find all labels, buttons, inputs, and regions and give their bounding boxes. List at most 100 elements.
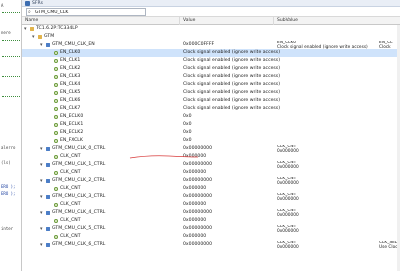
row-value[interactable]: Clock signal enabled (ignore write acces… [183,81,398,89]
filter-icon: ⌕ [28,9,31,15]
tree-row[interactable]: ▾ GTM [22,33,400,41]
tree-row[interactable]: EN_FXCLK 0x0 [22,137,400,145]
row-value[interactable]: 0x00000000 [183,241,273,249]
tree-row[interactable]: EN_ECLK0 0x0 [22,113,400,121]
bitfield-icon [54,83,58,87]
bitfield-icon [54,51,58,55]
tree-row[interactable]: EN_CLK7 Clock signal enabled (ignore writ… [22,105,400,113]
row-value[interactable]: 0x0 [183,137,398,145]
row-value[interactable]: Clock signal enabled (ignore write acces… [183,97,398,105]
tree-row[interactable]: ▾ GTM_CMU_CLK_6_CTRL 0x00000000 CLK_CNT 0x00… [22,241,400,249]
tree-row[interactable]: EN_CLK4 Clock signal enabled (ignore writ… [22,81,400,89]
row-name: GTM_CMU_CLK_3_CTRL [52,194,106,199]
row-value[interactable]: 0x000000 [183,153,398,161]
register-icon [46,163,50,167]
tree-row[interactable]: ▾ GTM_CMU_CLK_2_CTRL 0x00000000 CLK_CNT 0x00… [22,177,400,185]
expand-chevron-icon[interactable]: ▾ [40,145,43,153]
expand-chevron-icon[interactable]: ▾ [40,41,43,49]
code-fragment: nere [1,30,11,35]
tree-row[interactable]: CLK_CNT 0x000000 [22,217,400,225]
subvalue-field-value: Use Clock Source 6 Divider [379,244,399,249]
tree-row[interactable]: ▾ GTM_CMU_CLK_EN 0x000C0FFFF EN_CLK0 Clock s… [22,41,400,49]
row-value[interactable]: 0x0 [183,113,398,121]
row-value[interactable]: Clock signal enabled (ignore write acces… [183,105,398,113]
tree-row[interactable]: ▾ GTM_CMU_CLK_3_CTRL 0x00000000 CLK_CNT 0x00… [22,193,400,201]
tree-row[interactable]: ▾ GTM_CMU_CLK_5_CTRL 0x00000000 CLK_CNT 0x00… [22,225,400,233]
panel-titlebar: SFRs [22,0,400,7]
tree-row[interactable]: CLK_CNT 0x000000 [22,201,400,209]
row-value[interactable] [183,25,398,33]
tree-row[interactable]: CLK_CNT 0x000000 [22,153,400,161]
tree-row[interactable]: EN_CLK1 Clock signal enabled (ignore writ… [22,57,400,65]
expand-chevron-icon[interactable]: ▾ [32,33,35,41]
row-name: EN_ECLK0 [60,114,84,119]
expand-chevron-icon[interactable]: ▾ [40,241,43,249]
row-value[interactable]: Clock signal enabled (ignore write acces… [183,73,398,81]
row-subvalue: CLK_CNT 0x000000 [277,145,377,153]
expand-chevron-icon[interactable]: ▾ [40,209,43,217]
tree-row[interactable]: CLK_CNT 0x000000 [22,169,400,177]
row-value[interactable]: Clock signal enabled (ignore write acces… [183,57,398,65]
tree-row[interactable]: ▾ GTM_CMU_CLK_0_CTRL 0x00000000 CLK_CNT 0x00… [22,145,400,153]
register-icon [46,179,50,183]
tree-row[interactable]: ▾ TC1.6.2P:TC334LP [22,25,400,33]
panel-title: SFRs [32,1,43,6]
expand-chevron-icon[interactable]: ▾ [40,161,43,169]
row-value[interactable]: Clock signal enabled (ignore write acces… [183,65,398,73]
row-value[interactable]: 0x000000 [183,233,398,241]
row-value[interactable]: 0x00000000 [183,209,273,217]
tree-row[interactable]: EN_ECLK2 0x0 [22,129,400,137]
row-name: TC1.6.2P:TC334LP [36,26,78,31]
column-name[interactable]: Name [22,17,180,25]
tree-row[interactable]: EN_CLK2 Clock signal enabled (ignore writ… [22,65,400,73]
row-name: CLK_CNT [60,234,81,239]
sfr-view-icon [25,1,30,6]
row-value[interactable]: 0x00000000 [183,225,273,233]
row-value[interactable]: 0x00000000 [183,145,273,153]
row-value[interactable]: Clock signal enabled (ignore write acces… [183,49,398,57]
breakpoint-dots [2,40,20,41]
tree-row[interactable]: CLK_CNT 0x000000 [22,233,400,241]
row-subvalue: CLK_CNT 0x000000 [277,177,377,185]
breakpoint-dots [2,56,20,57]
row-value[interactable]: Clock signal enabled (ignore write acces… [183,89,398,97]
tree-row[interactable]: ▾ GTM_CMU_CLK_4_CTRL 0x00000000 CLK_CNT 0x00… [22,209,400,217]
tree-row[interactable]: EN_CLK6 Clock signal enabled (ignore writ… [22,97,400,105]
row-name: GTM_CMU_CLK_0_CTRL [52,146,106,151]
expand-chevron-icon[interactable]: ▾ [24,25,27,33]
row-value[interactable]: 0x000000 [183,217,398,225]
row-value[interactable]: 0x00000000 [183,177,273,185]
row-subvalue-2: CLK_SELUse Clock Source 6 Divider [379,241,399,249]
tree-row[interactable]: EN_CLK0 Clock signal enabled (ignore writ… [22,49,400,57]
row-value[interactable]: 0x00000000 [183,161,273,169]
row-value[interactable]: 0x000000 [183,169,398,177]
row-name: GTM [44,34,55,39]
tree-row[interactable]: EN_ECLK1 0x0 [22,121,400,129]
column-subvalue[interactable]: SubValue [274,17,400,25]
row-subvalue: CLK_CNT 0x000000 [277,193,377,201]
search-input[interactable] [35,9,143,15]
row-name: GTM_CMU_CLK_6_CTRL [52,242,106,247]
tree-row[interactable]: EN_CLK3 Clock signal enabled (ignore writ… [22,73,400,81]
expand-chevron-icon[interactable]: ▾ [40,177,43,185]
row-name: GTM_CMU_CLK_EN [52,42,95,47]
row-name: EN_ECLK1 [60,122,84,127]
expand-chevron-icon[interactable]: ▾ [40,193,43,201]
row-value[interactable]: 0x0 [183,129,398,137]
row-value[interactable]: 0x000000 [183,201,398,209]
column-header: Name Value SubValue [22,17,400,25]
row-value[interactable] [183,33,398,41]
expand-chevron-icon[interactable]: ▾ [40,225,43,233]
bitfield-icon [54,131,58,135]
tree-row[interactable]: ▾ GTM_CMU_CLK_1_CTRL 0x00000000 CLK_CNT 0x00… [22,161,400,169]
column-value[interactable]: Value [180,17,274,25]
tree-row[interactable]: CLK_CNT 0x000000 [22,185,400,193]
tree-row[interactable]: EN_CLK5 Clock signal enabled (ignore writ… [22,89,400,97]
row-value[interactable]: 0x000C0FFFF [183,41,273,49]
row-name: EN_CLK3 [60,74,81,79]
row-value[interactable]: 0x000000 [183,185,398,193]
bitfield-icon [54,59,58,63]
search-box[interactable]: ⌕ [26,8,146,16]
row-value[interactable]: 0x0 [183,121,398,129]
row-value[interactable]: 0x00000000 [183,193,273,201]
